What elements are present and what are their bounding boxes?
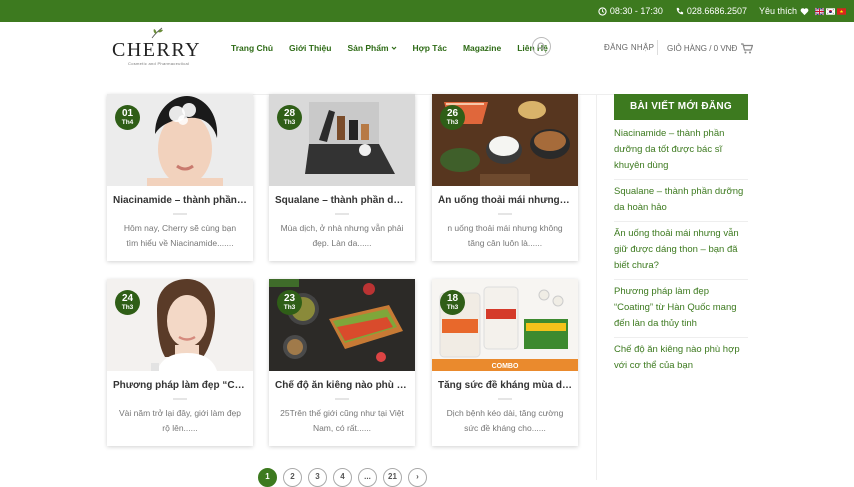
heart-icon xyxy=(800,7,809,15)
date-badge: 23 Th3 xyxy=(277,290,302,315)
date-badge: 18 Th3 xyxy=(440,290,465,315)
chevron-down-icon xyxy=(391,46,396,50)
cart-link[interactable]: GIỎ HÀNG / 0 VNĐ xyxy=(667,43,754,54)
cart-icon xyxy=(741,43,754,54)
phone-text: 028.6686.2507 xyxy=(686,6,747,16)
title-divider xyxy=(498,213,512,215)
nav-about[interactable]: Giới Thiệu xyxy=(289,43,331,53)
title-divider xyxy=(335,398,349,400)
date-day: 24 xyxy=(121,293,134,304)
login-link[interactable]: ĐĂNG NHẬP xyxy=(604,43,654,52)
recent-post-link[interactable]: Phương pháp làm đẹp “Coating” từ Hàn Quố… xyxy=(614,284,748,338)
sidebar-heading: BÀI VIẾT MỚI ĐĂNG xyxy=(614,94,748,120)
header-divider xyxy=(657,40,658,55)
date-day: 26 xyxy=(446,108,459,119)
post-card[interactable]: COMBO 18Th3 Tăng sức đề kháng mùa dịch b… xyxy=(432,279,578,446)
post-thumbnail[interactable]: 24 Th3 xyxy=(107,279,253,371)
page-ellipsis: ... xyxy=(358,468,377,487)
wishlist-label: Yêu thích xyxy=(758,6,797,16)
post-thumbnail[interactable]: COMBO 18 Th3 xyxy=(432,279,578,371)
post-card[interactable]: 24Th3 Phương pháp làm đẹp “Coating” từ H… xyxy=(107,279,253,446)
nav-partnership[interactable]: Hợp Tác xyxy=(413,43,447,53)
cherry-leaf-icon xyxy=(151,27,163,39)
post-excerpt: n uống thoải mái nhưng không tăng cân lu… xyxy=(447,223,563,248)
recent-posts-list: Niacinamide – thành phần dưỡng da tốt đư… xyxy=(614,126,748,383)
post-title[interactable]: Squalane – thành phần dưỡng da hoàn hảo xyxy=(269,195,415,206)
post-excerpt: Hôm nay, Cherry sẽ cùng bạn tìm hiểu về … xyxy=(123,223,237,248)
svg-text:COMBO: COMBO xyxy=(492,363,519,370)
post-thumbnail[interactable]: 01 Th4 xyxy=(107,94,253,186)
post-title[interactable]: Phương pháp làm đẹp “Coating” từ Hàn Quố… xyxy=(107,380,253,391)
post-thumbnail[interactable]: 26 Th3 xyxy=(432,94,578,186)
vietnam-flag-icon[interactable] xyxy=(837,7,846,16)
post-card[interactable]: 28Th3 Squalane – thành phần dưỡng da hoà… xyxy=(269,94,415,261)
page-2-button[interactable]: 2 xyxy=(283,468,302,487)
next-page-button[interactable]: › xyxy=(408,468,427,487)
uk-flag-icon[interactable] xyxy=(815,7,824,16)
title-divider xyxy=(173,398,187,400)
post-excerpt: 25Trên thế giới cũng như tại Việt Nam, c… xyxy=(280,408,404,433)
post-title[interactable]: Tăng sức đề kháng mùa dịch bệnh xyxy=(432,380,578,391)
search-button[interactable] xyxy=(532,37,551,56)
date-month: Th3 xyxy=(283,119,296,126)
post-card[interactable]: 23Th3 Chế độ ăn kiêng nào phù hợp với cơ… xyxy=(269,279,415,446)
date-month: Th3 xyxy=(446,119,459,126)
page-4-button[interactable]: 4 xyxy=(333,468,352,487)
top-bar: 08:30 - 17:30 028.6686.2507 Yêu thích xyxy=(0,0,854,22)
post-card[interactable]: 01Th4 Niacinamide – thành phần dưỡng da … xyxy=(107,94,253,261)
post-excerpt: Vài năm trở lại đây, giới làm đẹp rộ lên… xyxy=(118,408,241,433)
korea-flag-icon[interactable] xyxy=(826,7,835,16)
title-divider xyxy=(498,398,512,400)
date-day: 01 xyxy=(121,108,134,119)
pagination: 1 2 3 4 ... 21 › xyxy=(258,468,427,487)
post-title[interactable]: Chế độ ăn kiêng nào phù hợp với cơ thể c… xyxy=(269,380,415,391)
brand-tagline: Cosmetic and Pharmaceutical xyxy=(128,61,190,66)
date-month: Th4 xyxy=(121,119,134,126)
page-1-button[interactable]: 1 xyxy=(258,468,277,487)
post-title[interactable]: Niacinamide – thành phần dưỡng da tốt đư… xyxy=(107,195,253,206)
date-month: Th3 xyxy=(121,304,134,311)
date-day: 18 xyxy=(446,293,459,304)
date-badge: 01 Th4 xyxy=(115,105,140,130)
post-title[interactable]: Ăn uống thoải mái nhưng vẫn giữ được dán… xyxy=(432,195,578,206)
nav-products[interactable]: Sản Phẩm xyxy=(347,43,396,53)
title-divider xyxy=(173,213,187,215)
post-thumbnail[interactable]: 28 Th3 xyxy=(269,94,415,186)
opening-hours: 08:30 - 17:30 xyxy=(598,6,663,16)
phone-link[interactable]: 028.6686.2507 xyxy=(675,6,747,16)
phone-icon xyxy=(676,7,684,14)
wishlist-link[interactable]: Yêu thích xyxy=(759,6,809,16)
date-month: Th3 xyxy=(446,304,459,311)
recent-post-link[interactable]: Squalane – thành phần dưỡng da hoàn hảo xyxy=(614,184,748,222)
date-badge: 24 Th3 xyxy=(115,290,140,315)
main-nav: Trang Chủ Giới Thiệu Sản Phẩm Hợp Tác Ma… xyxy=(231,43,564,53)
hours-text: 08:30 - 17:30 xyxy=(609,6,663,16)
nav-products-label: Sản Phẩm xyxy=(347,43,389,53)
date-day: 23 xyxy=(283,293,296,304)
nav-magazine[interactable]: Magazine xyxy=(463,43,501,53)
page-3-button[interactable]: 3 xyxy=(308,468,327,487)
date-badge: 28 Th3 xyxy=(277,105,302,130)
recent-post-link[interactable]: Niacinamide – thành phần dưỡng da tốt đư… xyxy=(614,126,748,180)
site-logo[interactable]: CHERRY Cosmetic and Pharmaceutical xyxy=(112,26,202,66)
language-switcher xyxy=(815,7,846,16)
nav-home[interactable]: Trang Chủ xyxy=(231,43,273,53)
post-excerpt: Dịch bệnh kéo dài, tăng cường sức đề khá… xyxy=(446,408,564,433)
date-badge: 26 Th3 xyxy=(440,105,465,130)
recent-post-link[interactable]: Ăn uống thoải mái nhưng vẫn giữ được dán… xyxy=(614,226,748,280)
date-day: 28 xyxy=(283,108,296,119)
search-icon xyxy=(537,42,546,51)
recent-post-link[interactable]: Chế độ ăn kiêng nào phù hợp với cơ thể c… xyxy=(614,342,748,379)
clock-icon xyxy=(598,6,607,16)
date-month: Th3 xyxy=(283,304,296,311)
post-excerpt: Mùa dịch, ở nhà nhưng vẫn phải đẹp. Làn … xyxy=(280,223,404,248)
post-card[interactable]: 26Th3 Ăn uống thoải mái nhưng vẫn giữ đư… xyxy=(432,94,578,261)
cart-label: GIỎ HÀNG / 0 VNĐ xyxy=(667,44,738,53)
title-divider xyxy=(335,213,349,215)
sidebar-divider xyxy=(596,94,597,480)
page-21-button[interactable]: 21 xyxy=(383,468,402,487)
post-thumbnail[interactable]: 23 Th3 xyxy=(269,279,415,371)
site-header: CHERRY Cosmetic and Pharmaceutical Trang… xyxy=(0,22,854,95)
brand-name: CHERRY xyxy=(112,39,202,61)
